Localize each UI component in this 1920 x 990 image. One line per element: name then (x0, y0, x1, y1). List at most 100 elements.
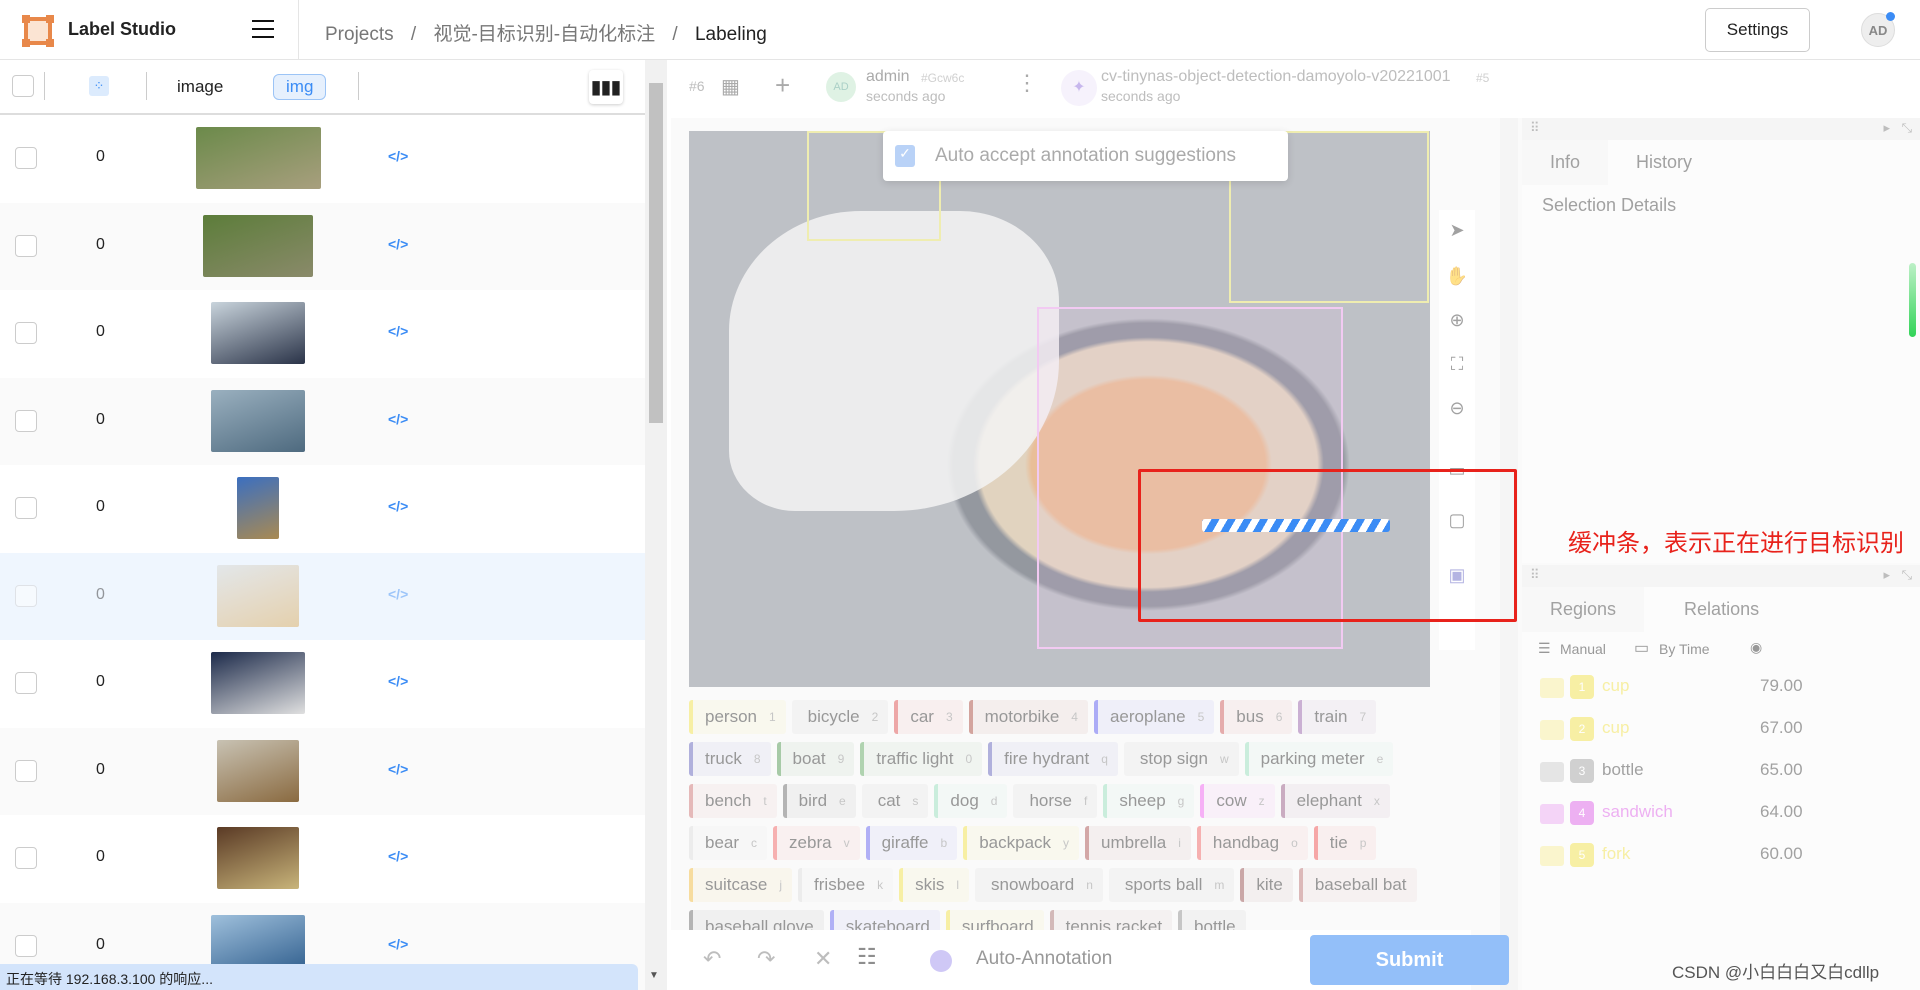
label-kite[interactable]: kite (1240, 868, 1293, 902)
task-row[interactable]: 0 </> (0, 465, 645, 553)
label-dog[interactable]: dog d (934, 784, 1008, 818)
label-bear[interactable]: bear c (689, 826, 768, 860)
drag-handle-icon[interactable]: ⠿ (1530, 120, 1540, 135)
region-item[interactable]: 4 sandwich 64.00 (1532, 796, 1912, 832)
row-checkbox[interactable] (15, 672, 37, 694)
visibility-icon[interactable]: ◉ (1750, 639, 1762, 656)
code-icon[interactable]: </> (388, 761, 408, 777)
drag-handle-icon[interactable]: ⠿ (1530, 567, 1540, 582)
calendar-icon[interactable]: ▭ (1634, 638, 1649, 658)
code-icon[interactable]: </> (388, 498, 408, 514)
label-parking-meter[interactable]: parking meter e (1244, 742, 1394, 776)
expand-icon[interactable]: ⤡ (1902, 567, 1912, 583)
label-giraffe[interactable]: giraffe b (865, 826, 958, 860)
auto-detect-icon[interactable]: ▣ (1445, 565, 1469, 589)
breadcrumb-project[interactable]: 视觉-目标识别-自动化标注 (433, 24, 655, 45)
code-icon[interactable]: </> (388, 323, 408, 339)
label-skis[interactable]: skis l (899, 868, 970, 902)
label-baseball-glove[interactable]: baseball glove (689, 910, 824, 932)
label-bottle[interactable]: bottle (1178, 910, 1246, 932)
label-bench[interactable]: bench t (689, 784, 777, 818)
label-surfboard[interactable]: surfboard (945, 910, 1044, 932)
label-studio-logo-icon[interactable] (22, 15, 52, 45)
label-fire-hydrant[interactable]: fire hydrant q (988, 742, 1118, 776)
row-checkbox[interactable] (15, 234, 37, 257)
task-thumbnail[interactable] (217, 827, 299, 889)
scroll-down-arrow-icon[interactable]: ▼ (649, 970, 659, 981)
label-skateboard[interactable]: skateboard (829, 910, 940, 932)
column-tag-img[interactable]: img (273, 74, 327, 100)
label-cat[interactable]: cat s (861, 784, 929, 818)
label-stop-sign[interactable]: stop sign w (1123, 742, 1239, 776)
task-thumbnail[interactable] (211, 652, 305, 714)
label-bird[interactable]: bird e (782, 784, 856, 818)
label-truck[interactable]: truck 8 (689, 742, 771, 776)
bounding-box-sandwich[interactable] (1037, 307, 1343, 649)
row-checkbox[interactable] (15, 322, 37, 344)
breadcrumb-projects[interactable]: Projects (325, 24, 394, 45)
task-row[interactable]: 0 </> (0, 552, 645, 640)
labeling-image[interactable] (689, 131, 1430, 687)
task-thumbnail[interactable] (195, 127, 321, 189)
prediction-model[interactable]: cv-tinynas-object-detection-damoyolo-v20… (1101, 68, 1451, 86)
label-backpack[interactable]: backpack y (963, 826, 1080, 860)
select-tool-icon[interactable]: ➤ (1445, 220, 1469, 244)
region-item[interactable]: 5 fork 60.00 (1532, 838, 1912, 874)
undo-icon[interactable]: ↶ (703, 946, 721, 972)
label-bicycle[interactable]: bicycle 2 (791, 700, 889, 734)
settings-button[interactable]: Settings (1705, 8, 1810, 52)
task-row[interactable]: 0 </> (0, 815, 645, 903)
row-checkbox[interactable] (15, 147, 37, 169)
code-icon[interactable]: </> (388, 936, 408, 952)
code-icon[interactable]: </> (388, 673, 408, 689)
label-handbag[interactable]: handbag o (1196, 826, 1308, 860)
task-thumbnail[interactable] (203, 214, 313, 277)
code-icon[interactable]: </> (388, 236, 408, 252)
region-item[interactable]: 2 cup 67.00 (1532, 712, 1912, 748)
label-frisbee[interactable]: frisbee k (798, 868, 894, 902)
bounding-box-cup[interactable] (807, 131, 941, 241)
settings-sliders-icon[interactable]: ☷ (857, 944, 877, 970)
fit-icon[interactable]: ⛶ (1445, 354, 1469, 378)
label-snowboard[interactable]: snowboard n (975, 868, 1103, 902)
label-sports-ball[interactable]: sports ball m (1108, 868, 1235, 902)
rectangle-tool-icon[interactable]: ▭ (1445, 460, 1469, 484)
annotations-column-icon[interactable]: ⁘ (89, 76, 109, 96)
columns-toggle-icon[interactable]: ▮▮▮ (589, 70, 623, 104)
label-train[interactable]: train 7 (1298, 700, 1377, 734)
label-person[interactable]: person 1 (689, 700, 786, 734)
tab-info[interactable]: Info (1522, 140, 1609, 185)
task-row[interactable]: 0 </> (0, 377, 645, 465)
reset-icon[interactable]: ✕ (814, 946, 832, 972)
label-elephant[interactable]: elephant x (1280, 784, 1390, 818)
label-zebra[interactable]: zebra v (773, 826, 860, 860)
labeling-scrollbar[interactable] (1500, 118, 1518, 990)
row-checkbox[interactable] (15, 759, 37, 782)
label-horse[interactable]: horse f (1013, 784, 1098, 818)
task-thumbnail[interactable] (217, 739, 299, 802)
collapse-icon[interactable]: ▸ (1883, 120, 1890, 136)
task-row[interactable]: 0 </> (0, 727, 645, 815)
zoom-in-icon[interactable]: ⊕ (1445, 310, 1469, 334)
add-annotation-icon[interactable]: + (775, 70, 790, 101)
pan-tool-icon[interactable]: ✋ (1445, 266, 1469, 290)
code-icon[interactable]: </> (388, 848, 408, 864)
auto-annotation-toggle[interactable] (930, 950, 952, 972)
label-boat[interactable]: boat 9 (776, 742, 855, 776)
manual-sort-icon[interactable]: ☰ (1538, 640, 1551, 657)
task-row[interactable]: 0 </> (0, 290, 645, 378)
scrollbar-thumb[interactable] (649, 83, 663, 423)
rectangle-3point-icon[interactable]: ▢ (1445, 510, 1469, 534)
column-header-image[interactable]: image (177, 77, 223, 97)
code-icon[interactable]: </> (388, 411, 408, 427)
label-tie[interactable]: tie p (1313, 826, 1377, 860)
region-item[interactable]: 3 bottle 65.00 (1532, 754, 1912, 790)
row-checkbox[interactable] (15, 934, 37, 957)
task-thumbnail[interactable] (211, 389, 305, 452)
label-car[interactable]: car 3 (894, 700, 963, 734)
tab-relations[interactable]: Relations (1644, 587, 1787, 632)
task-row[interactable]: 0 </> (0, 115, 645, 203)
collapse-icon[interactable]: ▸ (1883, 567, 1890, 583)
label-baseball-bat[interactable]: baseball bat (1298, 868, 1417, 902)
code-icon[interactable]: </> (388, 586, 408, 602)
